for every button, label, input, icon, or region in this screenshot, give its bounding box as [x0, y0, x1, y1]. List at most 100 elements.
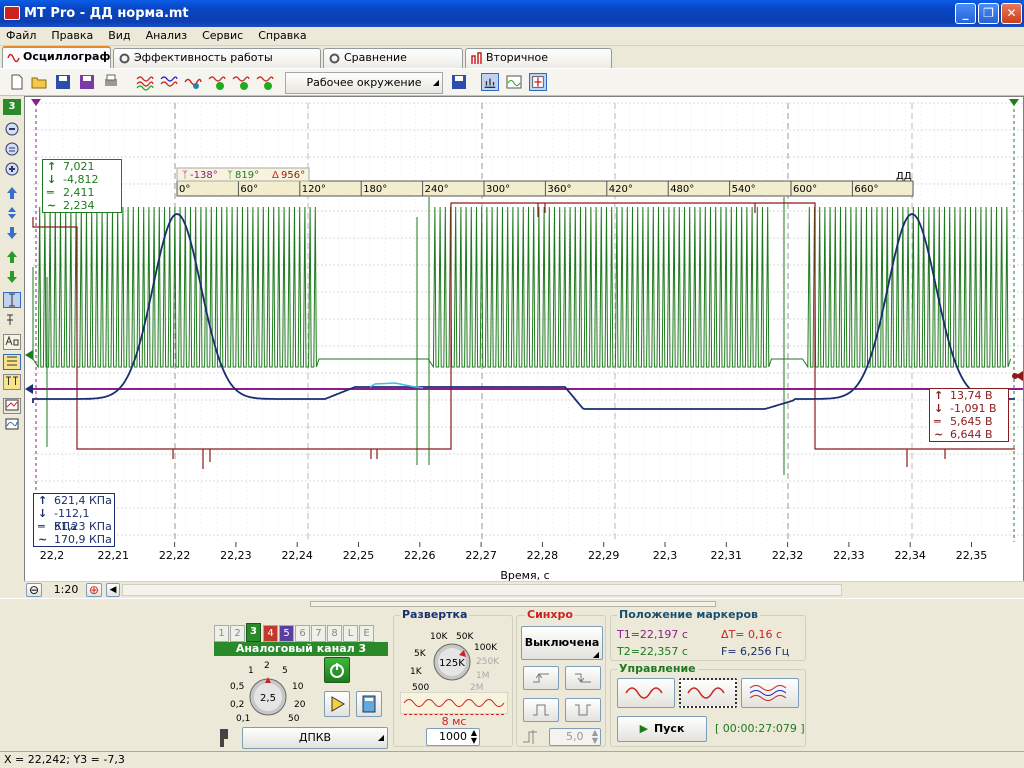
- environment-dropdown[interactable]: Рабочее окружение ◢: [285, 72, 443, 94]
- scale-plus-icon[interactable]: ⊕: [86, 583, 102, 597]
- green-max: ↑ 7,021: [47, 160, 95, 173]
- menu-analysis[interactable]: Анализ: [140, 27, 197, 42]
- cursor-marker-icon[interactable]: [3, 292, 21, 308]
- red-min: ↓ -1,091 В: [934, 402, 997, 415]
- menu-view[interactable]: Вид: [102, 27, 139, 42]
- save-layout-icon[interactable]: [450, 73, 468, 91]
- arrow-up-green-icon[interactable]: [3, 250, 21, 266]
- oscillogram-canvas[interactable]: 22,2 22,21 22,22 22,23 22,24 22,25 22,26 22,27 2…: [25, 97, 1023, 582]
- menu-file[interactable]: Файл: [0, 27, 45, 42]
- move-down-icon[interactable]: [3, 226, 21, 242]
- scale-minus-icon[interactable]: ⊖: [26, 583, 42, 597]
- chart-view-icon[interactable]: [3, 398, 21, 414]
- channels-check-icon[interactable]: [208, 73, 226, 91]
- new-file-icon[interactable]: [8, 73, 26, 91]
- sweep-knob[interactable]: 125K 500 1K 5K 10K 50K 100K 250K 1M 2M: [396, 620, 508, 692]
- open-folder-icon[interactable]: [30, 73, 48, 91]
- calculator-button[interactable]: [356, 691, 382, 717]
- start-button[interactable]: ▶ Пуск: [617, 716, 707, 742]
- sync-level-spinner[interactable]: 5,0 ▲ ▼: [549, 728, 601, 746]
- panel-splitter[interactable]: [310, 601, 716, 607]
- sync-falling-button[interactable]: [565, 666, 601, 690]
- minimize-button[interactable]: _: [955, 3, 976, 24]
- green-avg: ═ 2,411: [47, 186, 95, 199]
- save-as-icon[interactable]: [78, 73, 96, 91]
- menu-service[interactable]: Сервис: [196, 27, 252, 42]
- oscillogram-plot[interactable]: 22,2 22,21 22,22 22,23 22,24 22,25 22,26 22,27 2…: [24, 96, 1024, 596]
- channels-link-icon[interactable]: [184, 73, 202, 91]
- channel-btn-2[interactable]: 2: [230, 625, 245, 642]
- zoom-reset-icon[interactable]: [3, 142, 21, 158]
- text-marker-icon[interactable]: [3, 374, 21, 390]
- tab-cylinder-compare[interactable]: Сравнение цилиндров: [323, 48, 463, 82]
- channels-one-icon[interactable]: [232, 73, 250, 91]
- menu-help[interactable]: Справка: [252, 27, 315, 42]
- green-zero-marker-icon[interactable]: [25, 350, 33, 360]
- sweep-time: 8 мс: [404, 714, 504, 728]
- tab-secondary-voltage[interactable]: Вторичное напряжение: [465, 48, 612, 82]
- channel-btn-3[interactable]: 3: [246, 623, 261, 642]
- save-icon[interactable]: [54, 73, 72, 91]
- markers-table-icon[interactable]: [3, 354, 21, 370]
- tab-oscilloscope[interactable]: Осциллограф: [2, 46, 111, 68]
- zoom-out-icon[interactable]: [3, 122, 21, 138]
- channel-btn-8[interactable]: 8: [327, 625, 342, 642]
- mode-single-button[interactable]: [617, 678, 675, 708]
- sync-mode-dropdown[interactable]: Выключена ◢: [521, 626, 603, 660]
- angle-bar[interactable]: 0° 60° 120° 180° 240° 300° 360° 420° 480° 540° 600…: [176, 167, 914, 197]
- channel-btn-e[interactable]: E: [359, 625, 374, 642]
- print-icon[interactable]: [102, 73, 120, 91]
- average-icon: ═: [38, 520, 45, 533]
- channels-three-icon[interactable]: [256, 73, 274, 91]
- marker-number-icon[interactable]: [3, 312, 21, 328]
- play-button[interactable]: [324, 691, 350, 717]
- sync-pulse2-button[interactable]: [565, 698, 601, 722]
- spread-icon[interactable]: [3, 206, 21, 222]
- markers-title: Положение маркеров: [617, 608, 760, 621]
- scroll-left-icon[interactable]: ◀: [106, 583, 120, 597]
- x-tick-label: 22,27: [465, 549, 497, 562]
- channel-btn-5[interactable]: 5: [279, 625, 294, 642]
- blue-zero-marker-icon[interactable]: [25, 384, 33, 394]
- channel-indicator[interactable]: 3: [3, 99, 21, 115]
- channel-btn-4[interactable]: 4: [263, 625, 278, 642]
- angle-tick-label: 0°: [179, 184, 190, 195]
- power-button[interactable]: [324, 657, 350, 683]
- maximize-button[interactable]: ❐: [978, 3, 999, 24]
- sensor-dropdown[interactable]: ДПКВ ◢: [242, 727, 388, 749]
- curve-view-icon[interactable]: [3, 418, 21, 434]
- x-tick-label: 22,35: [956, 549, 988, 562]
- channels-wave-icon[interactable]: [136, 73, 154, 91]
- volts-label: 1: [248, 666, 254, 676]
- pulse2-icon: [575, 704, 591, 716]
- channel-btn-7[interactable]: 7: [311, 625, 326, 642]
- marker-freq: F= 6,256 Гц: [721, 645, 790, 658]
- falling-edge-icon: [575, 673, 591, 683]
- channel-btn-1[interactable]: 1: [214, 625, 229, 642]
- multi-wave-icon: [749, 685, 787, 701]
- points-spinner[interactable]: 1000 ▲ ▼: [426, 728, 480, 746]
- arrow-down-green-icon[interactable]: [3, 270, 21, 286]
- move-up-icon[interactable]: [3, 186, 21, 202]
- dropdown-arrow-icon: ◢: [592, 650, 599, 659]
- sync-pulse-button[interactable]: [523, 698, 559, 722]
- menu-bar: Файл Правка Вид Анализ Сервис Справка: [0, 27, 1024, 46]
- mode-normal-button[interactable]: [679, 678, 737, 708]
- channel-btn-6[interactable]: 6: [295, 625, 310, 642]
- auto-scale-icon[interactable]: [481, 73, 499, 91]
- grid-view-icon[interactable]: [505, 73, 523, 91]
- tab-cylinder-efficiency[interactable]: Эффективность работы цилиндров: [113, 48, 321, 82]
- fit-view-icon[interactable]: [529, 73, 547, 91]
- channel-btn-l[interactable]: L: [343, 625, 358, 642]
- channels-overlay-icon[interactable]: [160, 73, 178, 91]
- mode-multi-button[interactable]: [741, 678, 799, 708]
- menu-edit[interactable]: Правка: [45, 27, 102, 42]
- red-level-dot[interactable]: [1012, 373, 1018, 379]
- scroll-thumb[interactable]: [122, 584, 842, 596]
- sweep-label: 2M: [470, 683, 484, 692]
- sync-rising-button[interactable]: [523, 666, 559, 690]
- volts-knob[interactable]: 2,5 0,1 0,2 0,5 1 2 5 10 20 50: [214, 657, 324, 727]
- close-button[interactable]: ✕: [1001, 3, 1022, 24]
- text-label-icon[interactable]: [3, 334, 21, 350]
- zoom-in-icon[interactable]: [3, 162, 21, 178]
